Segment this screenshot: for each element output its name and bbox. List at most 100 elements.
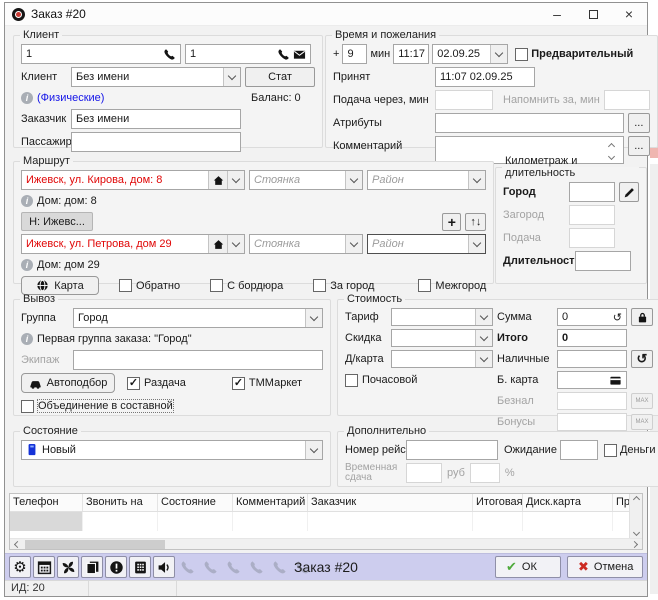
- header-total[interactable]: Итоговая...: [473, 494, 523, 511]
- preliminary-checkbox[interactable]: [515, 48, 528, 61]
- settings-button[interactable]: ⚙: [9, 556, 31, 578]
- to-address-combobox[interactable]: Ижевск, ул. Петрова, дом 29: [21, 234, 245, 254]
- from-address-combobox[interactable]: Ижевск, ул. Кирова, дом: 8: [21, 170, 245, 190]
- offset-minutes-input[interactable]: 9: [342, 44, 367, 64]
- cancel-button[interactable]: ✖ Отмена: [567, 556, 643, 578]
- pickup-after-input[interactable]: [435, 90, 493, 110]
- close-button[interactable]: ×: [611, 3, 647, 25]
- money-accepted-checkbox[interactable]: [604, 444, 617, 457]
- customer-input[interactable]: Без имени: [71, 109, 241, 129]
- header-comment[interactable]: Комментарий: [233, 494, 308, 511]
- crew-input[interactable]: [73, 350, 323, 370]
- distribution-checkbox[interactable]: ✓: [127, 377, 140, 390]
- minimize-button[interactable]: –: [539, 3, 575, 25]
- header-disc-card[interactable]: Диск.карта: [523, 494, 613, 511]
- table-row[interactable]: [10, 512, 629, 531]
- scrollbar-thumb[interactable]: [25, 540, 165, 549]
- order-info-button[interactable]: [105, 556, 127, 578]
- hourly-checkbox[interactable]: [345, 374, 358, 387]
- duration-input[interactable]: [575, 251, 631, 271]
- title-bar: Заказ #20 – ×: [5, 3, 647, 26]
- horizontal-scrollbar[interactable]: [10, 538, 642, 549]
- route-section: Маршрут Ижевск, ул. Кирова, дом: 8 Стоян…: [13, 155, 494, 284]
- from-address-info: Дом: дом: 8: [37, 195, 97, 207]
- tariff-combobox[interactable]: [391, 308, 493, 326]
- info-icon: i: [21, 195, 33, 207]
- recalc-button[interactable]: ↺: [631, 350, 653, 368]
- client-category-link[interactable]: (Физические): [37, 92, 104, 104]
- lock-sum-button[interactable]: [631, 308, 653, 326]
- attributes-input[interactable]: [435, 113, 624, 133]
- tariff-label: Тариф: [345, 311, 387, 323]
- directory-button[interactable]: [129, 556, 151, 578]
- header-call-to[interactable]: Звонить на: [83, 494, 158, 511]
- waiting-input[interactable]: [560, 440, 598, 460]
- header-clipped[interactable]: Пр: [613, 494, 629, 511]
- scroll-up-icon[interactable]: [632, 496, 639, 503]
- passenger-input[interactable]: [71, 132, 241, 152]
- ok-button[interactable]: ✔ ОК: [495, 556, 561, 578]
- cost-section: Стоимость Тариф Сумма 0 ↺ Скидка: [337, 293, 658, 416]
- header-phone[interactable]: Телефон: [10, 494, 83, 511]
- vertical-scrollbar[interactable]: [629, 494, 642, 538]
- chevron-down-icon: [223, 68, 240, 86]
- info-icon: i: [21, 92, 33, 104]
- city-km-input[interactable]: [569, 182, 615, 202]
- intercity-checkbox[interactable]: [418, 279, 431, 292]
- cost-legend: Стоимость: [344, 293, 405, 305]
- swap-stops-button[interactable]: ↑↓: [465, 213, 486, 231]
- chevron-down-icon: [468, 235, 485, 253]
- scroll-right-icon[interactable]: [631, 540, 638, 547]
- comment-more-button[interactable]: ...: [628, 136, 650, 156]
- out-of-town-checkbox[interactable]: [313, 279, 326, 292]
- pencil-icon: [623, 186, 636, 199]
- temp-change-label: Временная сдача: [345, 463, 401, 483]
- home-icon[interactable]: [208, 235, 227, 253]
- order-id-status: ИД: 20: [5, 581, 89, 596]
- dcard-combobox[interactable]: [391, 350, 493, 368]
- autoselect-button[interactable]: Автоподбор: [21, 373, 115, 393]
- hourly-label: Почасовой: [362, 374, 417, 386]
- chevron-down-icon: [468, 171, 485, 189]
- edit-mileage-button[interactable]: [619, 182, 639, 202]
- status-panel-3: [177, 581, 647, 596]
- client-combobox[interactable]: Без имени: [71, 67, 241, 87]
- address-history-button[interactable]: Н: Ижевс...: [21, 212, 93, 231]
- from-parking-combobox[interactable]: Стоянка: [249, 170, 363, 190]
- from-curb-checkbox[interactable]: [210, 279, 223, 292]
- return-trip-label: Обратно: [136, 280, 180, 292]
- sum-input[interactable]: 0 ↺: [557, 308, 627, 326]
- refresh-icon[interactable]: ↺: [613, 311, 622, 324]
- header-state[interactable]: Состояние: [158, 494, 233, 511]
- phone-input-2[interactable]: 1: [185, 44, 311, 64]
- scroll-left-icon[interactable]: [14, 540, 21, 547]
- to-district-combobox[interactable]: Район: [367, 234, 486, 254]
- attributes-more-button[interactable]: ...: [628, 113, 650, 133]
- state-combobox[interactable]: Новый: [21, 440, 323, 460]
- bank-card-input[interactable]: [557, 371, 627, 389]
- copy-order-button[interactable]: [81, 556, 103, 578]
- selected-cell[interactable]: [10, 512, 83, 531]
- compound-checkbox[interactable]: [21, 400, 34, 413]
- sound-button[interactable]: [153, 556, 175, 578]
- discount-combobox[interactable]: [391, 329, 493, 347]
- header-customer[interactable]: Заказчик: [308, 494, 473, 511]
- time-input[interactable]: 11:17: [393, 44, 429, 64]
- group-combobox[interactable]: Город: [73, 308, 323, 328]
- scroll-down-icon[interactable]: [632, 529, 639, 536]
- home-icon[interactable]: [208, 171, 227, 189]
- date-combobox[interactable]: 02.09.25: [432, 44, 508, 64]
- schedule-button[interactable]: [33, 556, 55, 578]
- stat-button[interactable]: Стат: [245, 67, 315, 87]
- flight-number-input[interactable]: [406, 440, 498, 460]
- add-stop-button[interactable]: +: [442, 213, 461, 231]
- to-parking-combobox[interactable]: Стоянка: [249, 234, 363, 254]
- maximize-button[interactable]: [575, 3, 611, 25]
- tmmarket-checkbox[interactable]: ✓: [232, 377, 245, 390]
- phone-input-1[interactable]: 1: [21, 44, 181, 64]
- calls-table: Телефон Звонить на Состояние Комментарий…: [9, 493, 643, 550]
- return-trip-checkbox[interactable]: [119, 279, 132, 292]
- cash-input[interactable]: [557, 350, 627, 368]
- from-district-combobox[interactable]: Район: [367, 170, 486, 190]
- distribution-button[interactable]: [57, 556, 79, 578]
